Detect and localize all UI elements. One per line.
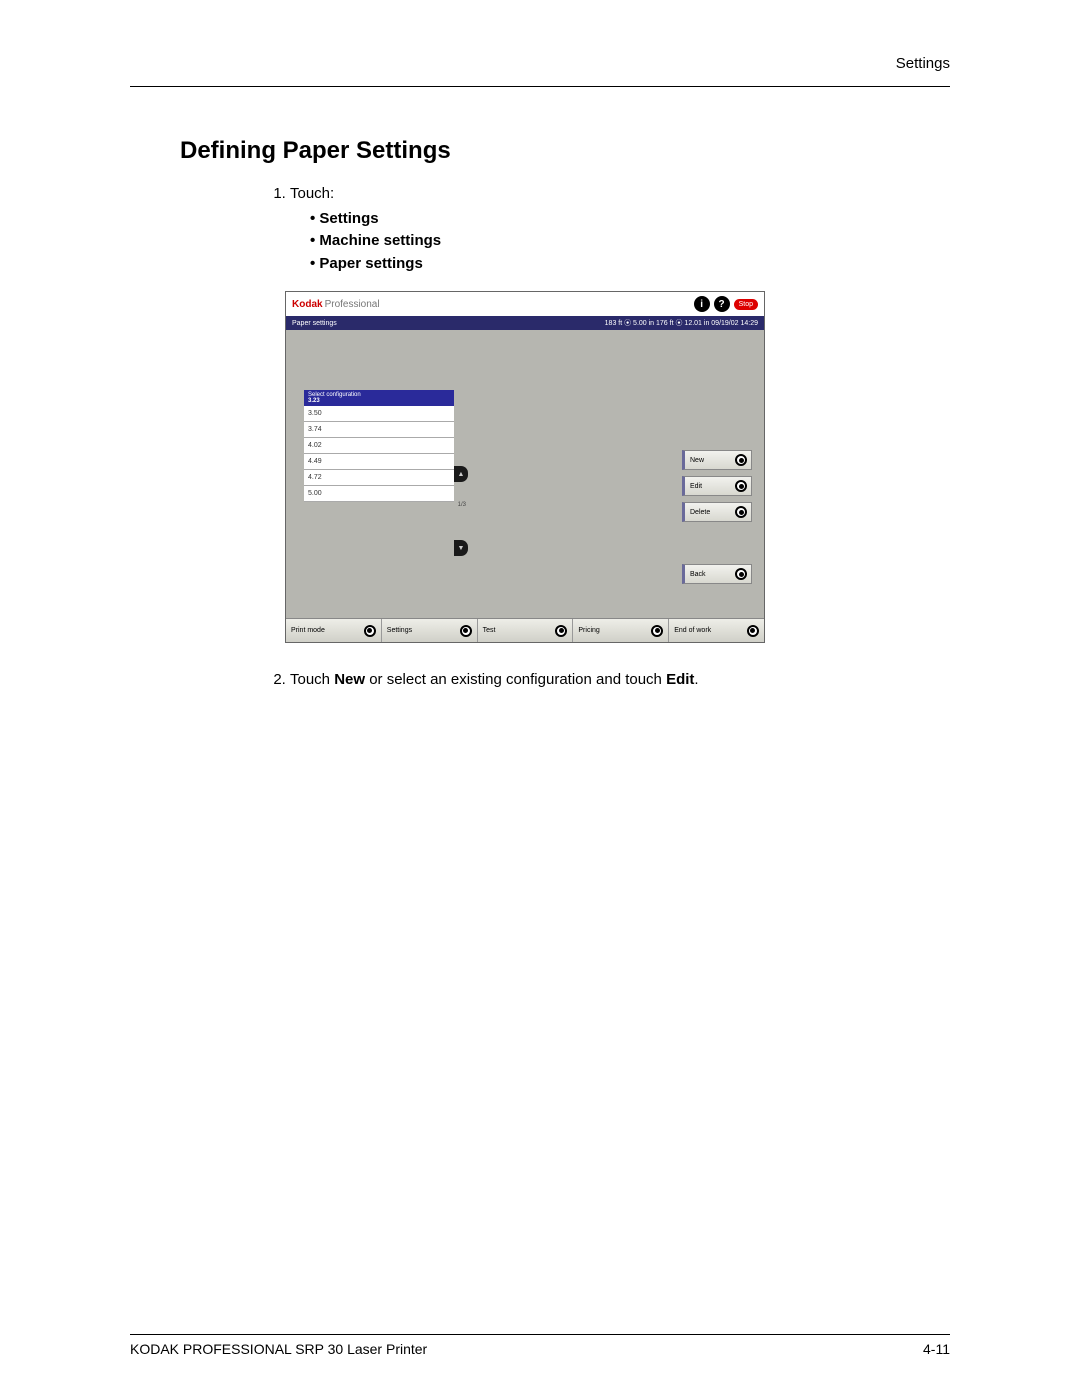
settings-label: Settings	[387, 627, 412, 634]
edit-button[interactable]: Edit	[682, 476, 752, 496]
step-1-lead: Touch:	[290, 185, 334, 202]
end-of-work-button[interactable]: End of work	[669, 619, 764, 642]
back-button[interactable]: Back	[682, 564, 752, 584]
step-2-text-b: or select an existing configuration and …	[365, 671, 666, 688]
embedded-screenshot: Kodak Professional i ? Stop Paper settin…	[285, 291, 765, 643]
touch-path-item: Paper settings	[310, 253, 950, 276]
config-row[interactable]: 4.02	[304, 438, 454, 454]
status-readout: 183 ft ⦿ 5.00 in 176 ft ⦿ 12.01 in 09/19…	[605, 318, 758, 328]
header-rule	[130, 86, 950, 87]
config-row[interactable]: 3.74	[304, 422, 454, 438]
step-2-text-a: Touch	[290, 671, 334, 688]
step-1: Touch: Settings Machine settings Paper s…	[290, 183, 950, 275]
edit-button-label: Edit	[690, 483, 702, 490]
print-mode-label: Print mode	[291, 627, 325, 634]
config-selected-value[interactable]: 3.23	[308, 398, 450, 404]
info-icon[interactable]: i	[694, 296, 710, 312]
bottom-nav: Print mode Settings Test Pricing End of …	[286, 618, 764, 642]
page-header-section: Settings	[130, 55, 950, 72]
help-icon[interactable]: ?	[714, 296, 730, 312]
page-indicator: 1/3	[458, 502, 466, 508]
brand-professional: Professional	[325, 299, 380, 310]
config-row[interactable]: 4.49	[304, 454, 454, 470]
footer-page-number: 4-11	[923, 1341, 950, 1357]
status-title: Paper settings	[292, 320, 337, 327]
brand-kodak: Kodak	[292, 299, 323, 310]
radio-icon	[735, 454, 747, 466]
touch-path-item: Settings	[310, 208, 950, 231]
test-button[interactable]: Test	[478, 619, 574, 642]
settings-button[interactable]: Settings	[382, 619, 478, 642]
end-of-work-label: End of work	[674, 627, 711, 634]
pricing-label: Pricing	[578, 627, 599, 634]
new-button[interactable]: New	[682, 450, 752, 470]
section-title: Defining Paper Settings	[180, 137, 950, 165]
config-row[interactable]: 3.50	[304, 406, 454, 422]
print-mode-button[interactable]: Print mode	[286, 619, 382, 642]
radio-icon	[735, 506, 747, 518]
radio-icon	[555, 625, 567, 637]
pricing-button[interactable]: Pricing	[573, 619, 669, 642]
step-2-bold-edit: Edit	[666, 671, 694, 688]
stop-button[interactable]: Stop	[734, 299, 758, 310]
radio-icon	[651, 625, 663, 637]
radio-icon	[460, 625, 472, 637]
touch-path-item: Machine settings	[310, 230, 950, 253]
back-button-label: Back	[690, 571, 706, 578]
page-footer: KODAK PROFESSIONAL SRP 30 Laser Printer …	[130, 1334, 950, 1357]
radio-icon	[747, 625, 759, 637]
step-2-text-c: .	[694, 671, 698, 688]
radio-icon	[735, 480, 747, 492]
step-2-bold-new: New	[334, 671, 365, 688]
scroll-down-icon[interactable]: ▼	[454, 540, 468, 556]
scroll-up-icon[interactable]: ▲	[454, 466, 468, 482]
radio-icon	[735, 568, 747, 580]
delete-button-label: Delete	[690, 509, 710, 516]
delete-button[interactable]: Delete	[682, 502, 752, 522]
step-2: Touch New or select an existing configur…	[290, 671, 950, 688]
status-bar: Paper settings 183 ft ⦿ 5.00 in 176 ft ⦿…	[286, 316, 764, 330]
config-row[interactable]: 4.72	[304, 470, 454, 486]
config-list: Select configuration 3.23 3.50 3.74 4.02…	[304, 390, 454, 502]
config-list-header: Select configuration 3.23	[304, 390, 454, 406]
footer-product: KODAK PROFESSIONAL SRP 30 Laser Printer	[130, 1341, 427, 1357]
test-label: Test	[483, 627, 496, 634]
radio-icon	[364, 625, 376, 637]
config-row[interactable]: 5.00	[304, 486, 454, 502]
titlebar: Kodak Professional i ? Stop	[286, 292, 764, 316]
new-button-label: New	[690, 457, 704, 464]
